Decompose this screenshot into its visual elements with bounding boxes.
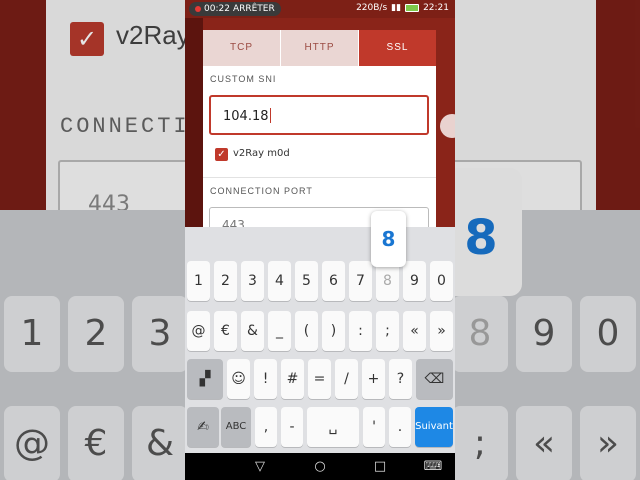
- key-dash[interactable]: -: [281, 407, 303, 447]
- status-bar: 00:22 ARRÊTER 220B/s ▮▮ 22:21: [185, 0, 455, 18]
- symbols-page-key[interactable]: ▞: [187, 359, 223, 399]
- key-semicolon[interactable]: ;: [376, 311, 399, 351]
- key-left-guillemet[interactable]: «: [403, 311, 426, 351]
- key-1[interactable]: 1: [187, 261, 210, 301]
- key-exclamation[interactable]: !: [254, 359, 277, 399]
- tab-ssl[interactable]: SSL: [359, 30, 436, 66]
- key-euro[interactable]: €: [214, 311, 237, 351]
- v2ray-mod-label[interactable]: v2Ray m0d: [233, 148, 290, 159]
- key-press-popup: 8: [371, 211, 406, 267]
- key-2[interactable]: 2: [214, 261, 237, 301]
- record-stop-label[interactable]: ARRÊTER: [233, 4, 275, 14]
- keyboard-hide-icon[interactable]: ⌨: [423, 459, 443, 474]
- key-close-paren[interactable]: ): [322, 311, 345, 351]
- tab-tcp[interactable]: TCP: [203, 30, 281, 66]
- record-time: 00:22: [204, 4, 230, 14]
- key-9[interactable]: 9: [403, 261, 426, 301]
- clock: 22:21: [423, 3, 449, 13]
- net-speed: 220B/s: [356, 3, 388, 13]
- handwriting-icon: ✍: [197, 419, 209, 435]
- recents-icon[interactable]: □: [370, 459, 390, 474]
- text-cursor: [269, 108, 271, 123]
- key-right-guillemet[interactable]: »: [430, 311, 453, 351]
- key-comma[interactable]: ,: [255, 407, 277, 447]
- back-icon[interactable]: ▽: [250, 459, 270, 474]
- home-icon[interactable]: ○: [310, 459, 330, 474]
- key-7[interactable]: 7: [349, 261, 372, 301]
- record-dot-icon: [195, 6, 201, 12]
- app-area: TCP HTTP SSL CUSTOM SNI 104.18 ✓ v2Ray m…: [185, 18, 455, 237]
- next-action-key[interactable]: Suivant: [415, 407, 453, 447]
- signal-icon: ▮▮: [391, 3, 402, 13]
- key-slash[interactable]: /: [335, 359, 358, 399]
- key-open-paren[interactable]: (: [295, 311, 318, 351]
- key-colon[interactable]: :: [349, 311, 372, 351]
- symbols-page-icon: ▞: [199, 371, 211, 387]
- protocol-tabs: TCP HTTP SSL: [203, 30, 436, 66]
- v2ray-mod-checkbox[interactable]: ✓: [215, 148, 228, 161]
- key-6[interactable]: 6: [322, 261, 345, 301]
- battery-icon: [405, 4, 420, 12]
- key-apostrophe[interactable]: ': [363, 407, 385, 447]
- backspace-key[interactable]: ⌫: [416, 359, 453, 399]
- key-hash[interactable]: #: [281, 359, 304, 399]
- floating-button-edge[interactable]: [440, 114, 455, 138]
- space-icon: ␣: [328, 419, 338, 435]
- key-5[interactable]: 5: [295, 261, 318, 301]
- soft-keyboard: 1 2 3 4 5 6 7 8 9 0 @ € & _ ( ) : ; « » …: [185, 227, 455, 453]
- key-3[interactable]: 3: [241, 261, 264, 301]
- handwriting-key[interactable]: ✍: [187, 407, 219, 447]
- key-period[interactable]: .: [389, 407, 411, 447]
- key-4[interactable]: 4: [268, 261, 291, 301]
- phone-screen: 00:22 ARRÊTER 220B/s ▮▮ 22:21 TCP HTTP S…: [185, 0, 455, 480]
- key-0[interactable]: 0: [430, 261, 453, 301]
- key-8[interactable]: 8: [376, 261, 399, 301]
- ssl-settings-dialog: TCP HTTP SSL CUSTOM SNI 104.18 ✓ v2Ray m…: [203, 30, 436, 237]
- space-key[interactable]: ␣: [307, 407, 359, 447]
- key-equals[interactable]: =: [308, 359, 331, 399]
- abc-key[interactable]: ABC: [221, 407, 251, 447]
- tab-http[interactable]: HTTP: [281, 30, 359, 66]
- custom-sni-label: CUSTOM SNI: [210, 74, 277, 84]
- key-smiley[interactable]: ☺: [227, 359, 250, 399]
- key-question[interactable]: ?: [389, 359, 412, 399]
- custom-sni-value: 104.18: [223, 109, 269, 124]
- screen: ✓ v2Ray CONNECTION 443 1 2 3 8 9 0 @ € &…: [0, 0, 640, 480]
- divider: [203, 177, 436, 178]
- key-underscore[interactable]: _: [268, 311, 291, 351]
- navigation-bar: ▽ ○ □ ⌨: [185, 453, 455, 480]
- screen-recorder-chip[interactable]: 00:22 ARRÊTER: [189, 2, 281, 16]
- custom-sni-input[interactable]: 104.18: [209, 95, 429, 135]
- key-ampersand[interactable]: &: [241, 311, 264, 351]
- connection-port-label: CONNECTION PORT: [210, 186, 313, 196]
- key-at[interactable]: @: [187, 311, 210, 351]
- backspace-icon: ⌫: [424, 371, 445, 387]
- key-plus[interactable]: +: [362, 359, 385, 399]
